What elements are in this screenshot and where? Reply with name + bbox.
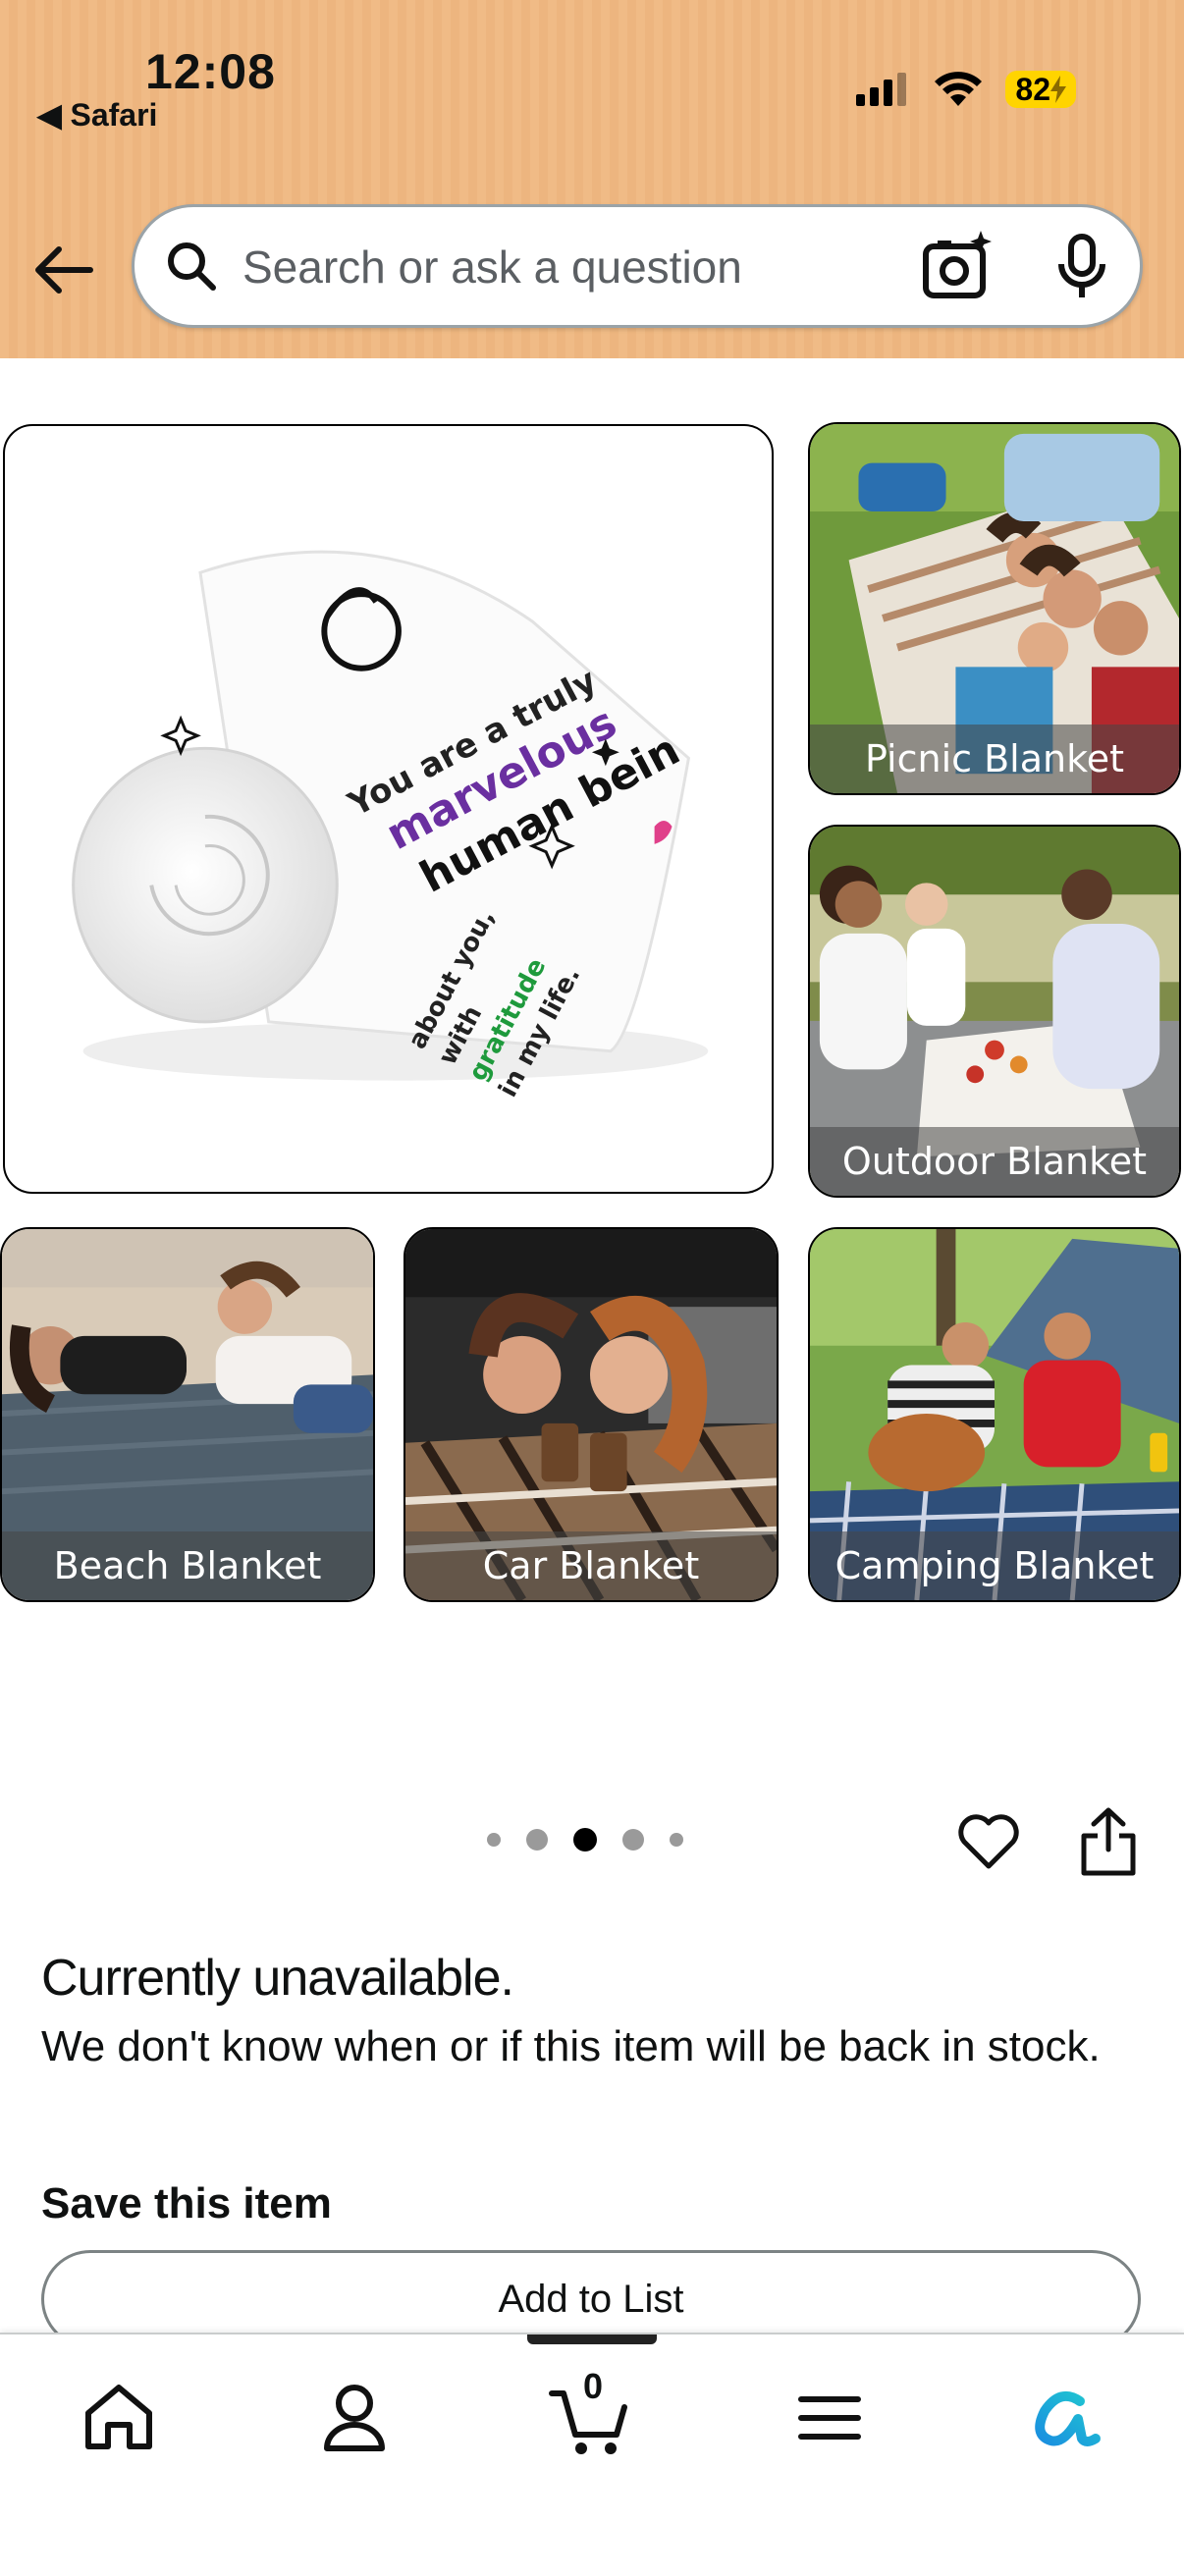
heart-icon[interactable] xyxy=(956,1811,1021,1872)
carousel-dot[interactable] xyxy=(487,1833,501,1847)
cart-button[interactable]: 0 xyxy=(546,2366,634,2462)
camera-search-icon[interactable] xyxy=(920,229,995,303)
rolled-blanket-image: You are a truly marvelous human bein abo… xyxy=(72,550,709,1102)
availability-title: Currently unavailable. xyxy=(41,1950,514,2007)
carousel-dot[interactable] xyxy=(622,1829,644,1851)
tile-label: Car Blanket xyxy=(405,1531,777,1600)
tile-label: Picnic Blanket xyxy=(810,724,1179,793)
carousel-dot-active[interactable] xyxy=(573,1828,597,1852)
nav-indicator xyxy=(527,2334,657,2344)
back-arrow-icon[interactable] xyxy=(29,236,98,304)
share-icon[interactable] xyxy=(1078,1806,1139,1877)
tile-label: Outdoor Blanket xyxy=(810,1127,1179,1196)
home-icon[interactable] xyxy=(75,2374,163,2462)
rufus-icon[interactable] xyxy=(1021,2374,1109,2462)
battery-indicator: 82 xyxy=(1005,71,1076,108)
status-icons: 82 xyxy=(856,71,1076,108)
account-icon[interactable] xyxy=(310,2374,399,2462)
status-time: 12:08 xyxy=(145,44,276,99)
camping-blanket-tile[interactable]: Camping Blanket xyxy=(808,1227,1181,1602)
wifi-icon xyxy=(935,72,983,106)
charging-icon xyxy=(1050,76,1066,103)
tile-label: Camping Blanket xyxy=(810,1531,1179,1600)
signal-icon xyxy=(856,73,907,106)
cart-count: 0 xyxy=(583,2366,604,2406)
tile-label: Beach Blanket xyxy=(2,1531,373,1600)
header: 12:08 ◀ Safari 82 xyxy=(0,0,1184,358)
carousel-dots xyxy=(487,1828,683,1852)
outdoor-blanket-tile[interactable]: Outdoor Blanket xyxy=(808,825,1181,1198)
beach-blanket-tile[interactable]: Beach Blanket xyxy=(0,1227,375,1602)
battery-level: 82 xyxy=(1015,71,1050,107)
menu-icon[interactable] xyxy=(785,2374,874,2462)
search-bar[interactable] xyxy=(132,204,1143,328)
picnic-blanket-tile[interactable]: Picnic Blanket xyxy=(808,422,1181,795)
main-product-image[interactable]: You are a truly marvelous human bein abo… xyxy=(3,424,774,1194)
search-icon xyxy=(168,242,216,291)
car-blanket-tile[interactable]: Car Blanket xyxy=(404,1227,779,1602)
microphone-icon[interactable] xyxy=(1048,233,1116,301)
bottom-nav: 0 xyxy=(0,2333,1184,2576)
carousel-dot[interactable] xyxy=(670,1833,683,1847)
search-input[interactable] xyxy=(241,229,932,305)
availability-message: We don't know when or if this item will … xyxy=(41,2022,1101,2070)
carousel-dot[interactable] xyxy=(526,1829,548,1851)
back-to-safari[interactable]: ◀ Safari xyxy=(37,96,157,134)
save-heading: Save this item xyxy=(41,2179,332,2227)
